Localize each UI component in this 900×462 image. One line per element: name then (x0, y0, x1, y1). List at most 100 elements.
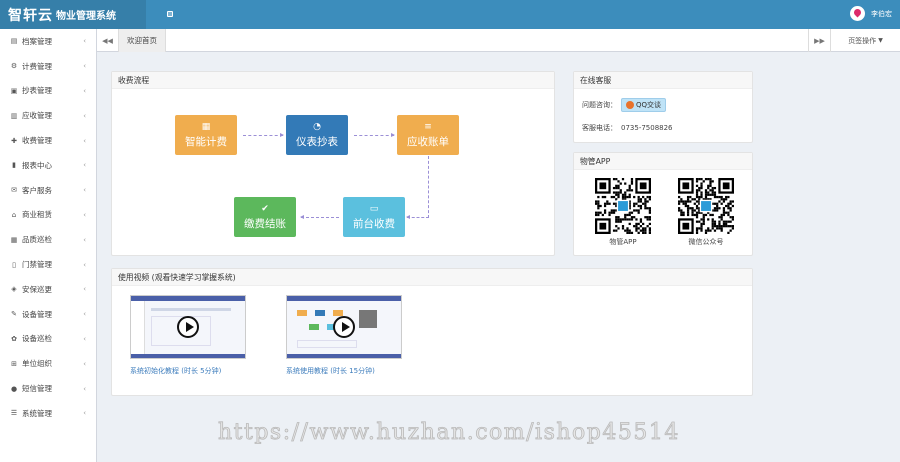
user-menu[interactable]: 李伯宏 (850, 6, 892, 21)
chevron-left-icon: ‹ (83, 260, 86, 269)
file-icon: ▤ (10, 37, 18, 46)
chevron-left-icon: ‹ (83, 210, 86, 219)
wechat-qr-caption: 微信公众号 (688, 238, 724, 246)
flow-receivable-label: 应收账单 (407, 135, 449, 148)
play-icon[interactable] (333, 316, 355, 338)
sidebar-item[interactable]: ▯ 门禁管理 ‹ (0, 252, 96, 277)
qq-icon (626, 101, 634, 109)
flow-front-button[interactable]: ▭ 前台收费 (343, 197, 405, 237)
hotline-row: 客服电话： 0735-7508826 (582, 123, 673, 133)
chevron-left-icon: ‹ (83, 161, 86, 170)
sidebar-item[interactable]: ▤ 档案管理 ‹ (0, 29, 96, 54)
sidebar-item-label: 收费管理 (22, 136, 52, 146)
chevron-left-icon: ‹ (83, 62, 86, 71)
sidebar-item[interactable]: ● 短信管理 ‹ (0, 376, 96, 401)
sidebar-item[interactable]: ⊞ 单位组织 ‹ (0, 351, 96, 376)
sidebar-item-label: 档案管理 (22, 36, 52, 46)
flow-arrow (243, 133, 284, 137)
store-icon: ⌂ (11, 210, 17, 219)
sidebar-item[interactable]: ⚙ 计费管理 ‹ (0, 54, 96, 79)
check-icon: ✔ (261, 203, 269, 214)
username: 李伯宏 (871, 9, 892, 18)
sidebar-item[interactable]: ✚ 收费管理 ‹ (0, 128, 96, 153)
sidebar-item-label: 短信管理 (22, 384, 52, 394)
flow-billing-label: 智能计费 (185, 135, 227, 148)
chevron-left-icon: ‹ (83, 285, 86, 294)
sidebar-item[interactable]: ▦ 品质巡检 ‹ (0, 227, 96, 252)
app-qr-code (595, 178, 651, 234)
online-service-title: 在线客服 (574, 72, 752, 89)
flow-settle-button[interactable]: ✔ 缴费结账 (234, 197, 296, 237)
video-thumbnail-init[interactable] (130, 295, 246, 359)
inbox-icon: ▥ (10, 111, 18, 120)
tab-welcome[interactable]: 欢迎首页 (119, 29, 166, 52)
dashboard-icon: ◔ (313, 121, 321, 132)
tab-operations-dropdown[interactable]: 页签操作 ▼ (830, 29, 900, 52)
video-caption-init[interactable]: 系统初始化教程 (时长 5分钟) (130, 366, 221, 376)
money-icon: ✚ (11, 136, 17, 145)
sidebar-item[interactable]: ⌂ 商业租赁 ‹ (0, 203, 96, 228)
videos-panel-title: 使用视频 (观看快速学习掌握系统) (112, 269, 752, 286)
sidebar-toggle-icon[interactable] (167, 11, 173, 17)
sidebar-item[interactable]: ▥ 应收管理 ‹ (0, 103, 96, 128)
sidebar-item[interactable]: ◈ 安保巡更 ‹ (0, 277, 96, 302)
consult-label: 问题咨询： (582, 101, 617, 109)
chevron-left-icon: ‹ (83, 310, 86, 319)
sidebar-item[interactable]: ✎ 设备管理 ‹ (0, 302, 96, 327)
sidebar-item[interactable]: ▮ 报表中心 ‹ (0, 153, 96, 178)
sidebar-item-label: 商业租赁 (22, 210, 52, 220)
sidebar-item-label: 报表中心 (22, 160, 52, 170)
avatar[interactable] (850, 6, 865, 21)
sidebar-item[interactable]: ✿ 设备巡检 ‹ (0, 327, 96, 352)
flow-receivable-button[interactable]: ≡ 应收账单 (397, 115, 459, 155)
sidebar: ▤ 档案管理 ‹ ⚙ 计费管理 ‹ ▣ 抄表管理 ‹ ▥ 应收管理 ‹ ✚ 收费管理 ‹ ▮ 报表中心 ‹ ✉ 客户服… (0, 29, 97, 462)
qq-chat-button[interactable]: QQ交谈 (621, 98, 667, 112)
flow-billing-button[interactable]: ▦ 智能计费 (175, 115, 237, 155)
sidebar-item-label: 计费管理 (22, 61, 52, 71)
app-panel: 物管APP 物管APP 微信公众号 (573, 152, 753, 256)
sitemap-icon: ⊞ (11, 359, 17, 368)
sidebar-item[interactable]: ☰ 系统管理 ‹ (0, 401, 96, 426)
tab-operations-label: 页签操作 (848, 36, 877, 45)
hotline-label: 客服电话： (582, 124, 617, 132)
calculator-icon: ▦ (201, 121, 211, 132)
shield-icon: ◈ (11, 285, 17, 294)
play-icon[interactable] (177, 316, 199, 338)
flow-meter-label: 仪表抄表 (296, 135, 338, 148)
logo[interactable]: 智轩云 物业管理系统 (0, 0, 146, 29)
credit-card-icon: ▭ (369, 203, 379, 214)
sidebar-item-label: 系统管理 (22, 408, 52, 418)
flow-meter-button[interactable]: ◔ 仪表抄表 (286, 115, 348, 155)
meter-icon: ▣ (10, 86, 18, 95)
flow-connector (428, 156, 429, 218)
chevron-left-icon: ‹ (83, 334, 86, 343)
wrench-icon: ✎ (11, 310, 17, 319)
video-caption-usage[interactable]: 系统使用教程 (时长 15分钟) (286, 366, 375, 376)
videos-panel: 使用视频 (观看快速学习掌握系统) 系统初始化教程 (时长 5分钟) 系统使用教… (111, 268, 753, 396)
chevron-left-icon: ‹ (83, 384, 86, 393)
flow-arrow (354, 133, 395, 137)
flow-arrow (406, 215, 429, 219)
chevron-left-icon: ‹ (83, 136, 86, 145)
tab-scroll-left-icon[interactable]: ◀◀ (97, 29, 119, 52)
tab-bar: ◀◀ 欢迎首页 ▶▶ 页签操作 ▼ (97, 29, 900, 52)
sidebar-item-label: 设备巡检 (22, 334, 52, 344)
flow-panel: 收费流程 ▦ 智能计费 ◔ 仪表抄表 ≡ 应收账单 ▭ 前台收费 ✔ 缴费结账 (111, 71, 555, 256)
chevron-left-icon: ‹ (83, 235, 86, 244)
door-icon: ▯ (12, 260, 16, 269)
flow-panel-title: 收费流程 (112, 72, 554, 89)
chevron-left-icon: ‹ (83, 409, 86, 418)
tab-scroll-right-icon[interactable]: ▶▶ (808, 29, 830, 52)
comment-icon: ● (10, 384, 18, 393)
flow-front-label: 前台收费 (353, 217, 395, 230)
sidebar-item[interactable]: ✉ 客户服务 ‹ (0, 178, 96, 203)
hotline-number: 0735-7508826 (621, 124, 673, 132)
sidebar-item[interactable]: ▣ 抄表管理 ‹ (0, 79, 96, 104)
chevron-left-icon: ‹ (83, 86, 86, 95)
sidebar-item-label: 安保巡更 (22, 284, 52, 294)
video-thumbnail-usage[interactable] (286, 295, 402, 359)
chevron-left-icon: ‹ (83, 111, 86, 120)
sidebar-item-label: 设备管理 (22, 309, 52, 319)
qq-chat-label: QQ交谈 (636, 101, 662, 109)
wechat-qr-code (678, 178, 734, 234)
